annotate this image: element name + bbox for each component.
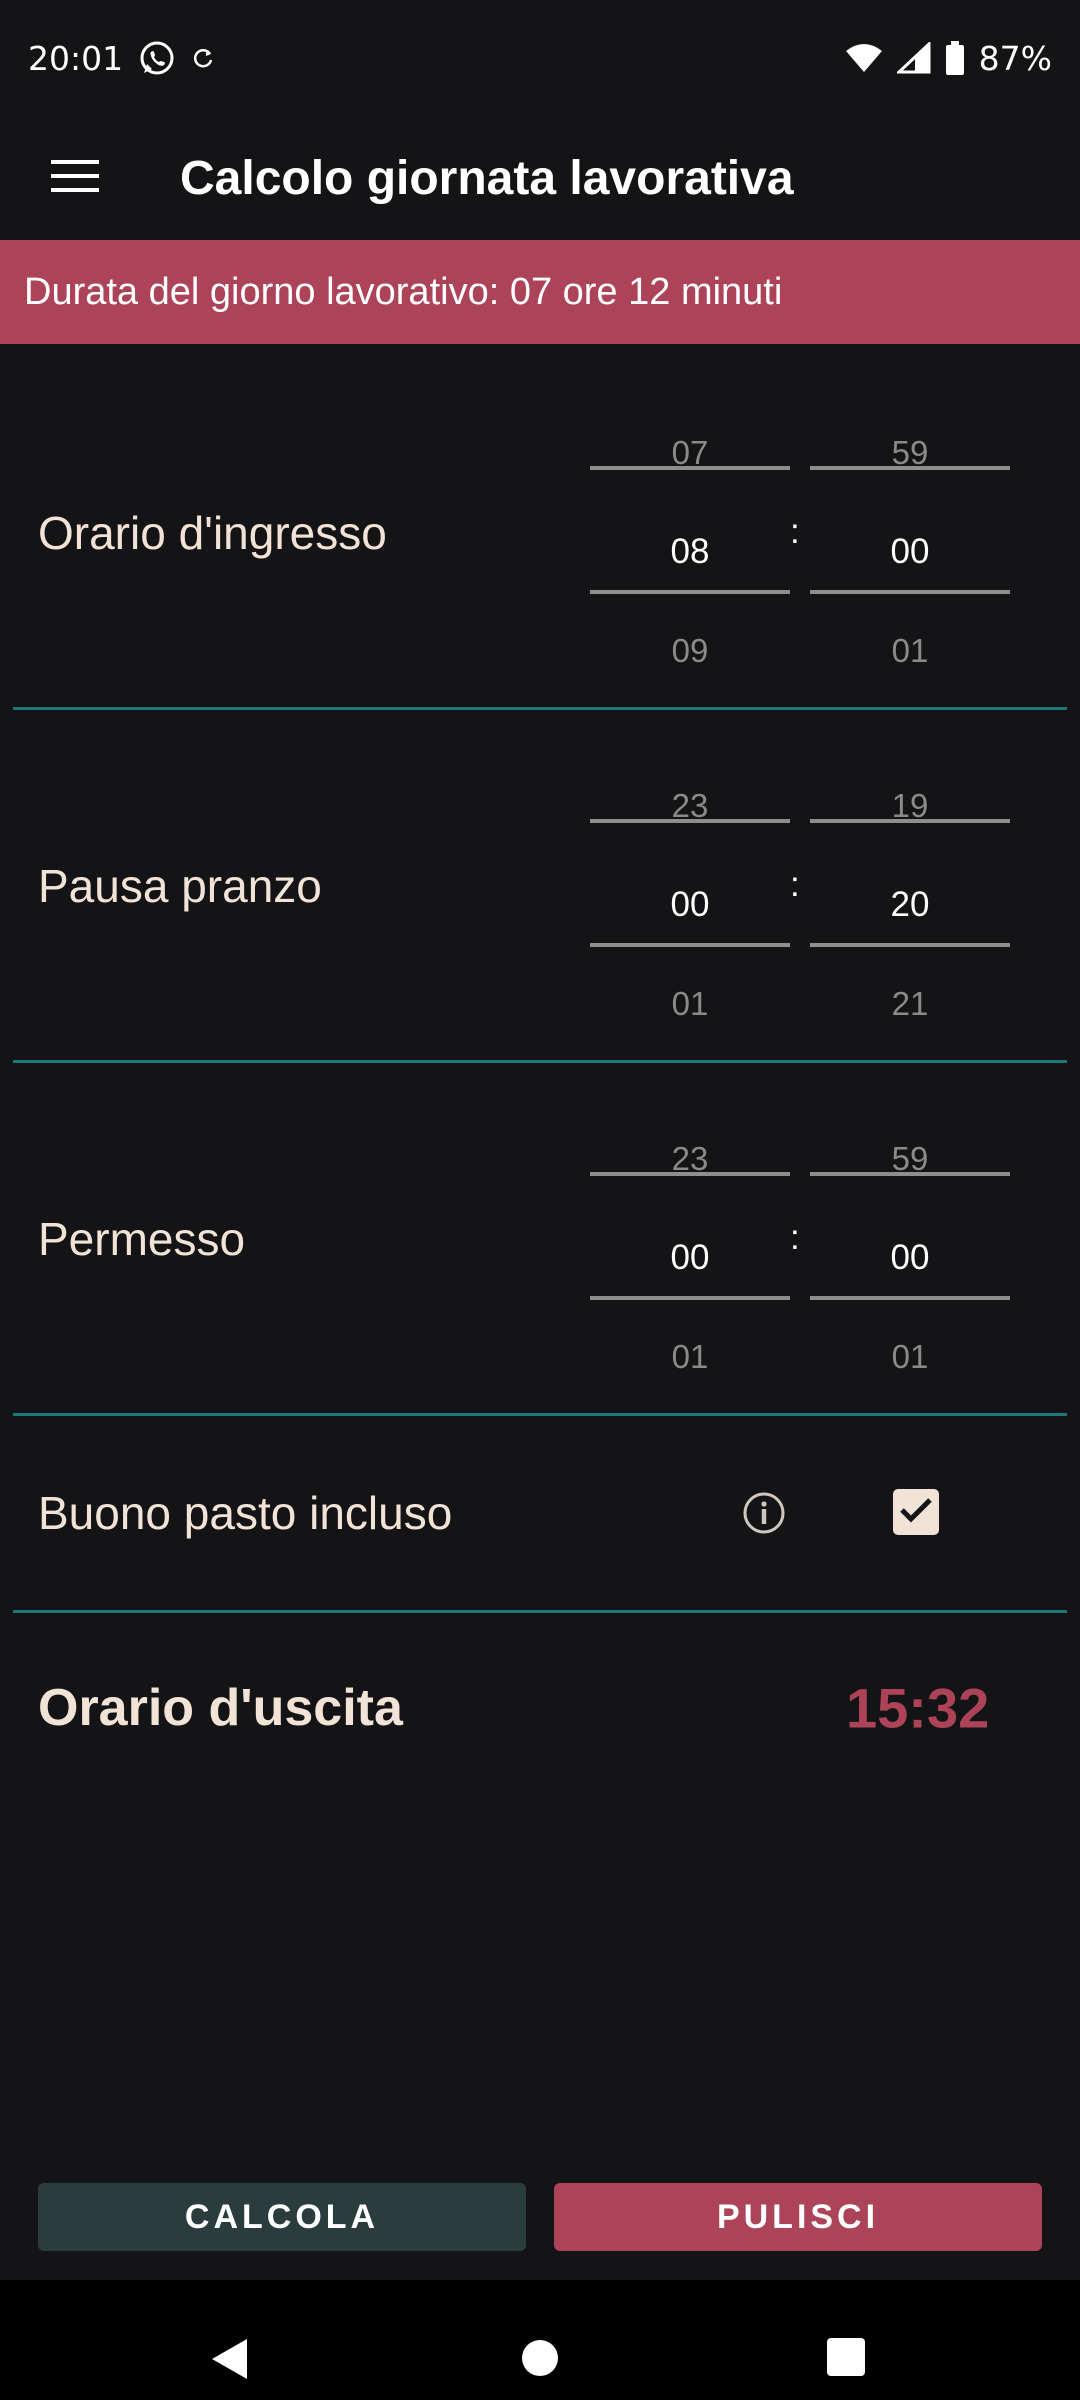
row-divider — [13, 1413, 1067, 1416]
picker-line — [810, 1296, 1010, 1300]
picker-line — [590, 590, 790, 594]
picker-line — [810, 590, 1010, 594]
exit-time-value: 15:32 — [846, 1676, 990, 1740]
picker-line — [590, 1172, 790, 1176]
info-icon[interactable] — [740, 1489, 788, 1537]
picker-next-value[interactable]: 01 — [590, 1338, 790, 1376]
exit-time-label: Orario d'uscita — [38, 1679, 403, 1737]
ingresso-label: Orario d'ingresso — [38, 507, 387, 559]
picker-next-value[interactable]: 09 — [590, 632, 790, 670]
picker-current-value[interactable]: 00 — [590, 1238, 790, 1278]
picker-line — [590, 466, 790, 470]
clear-button[interactable]: PULISCI — [554, 2183, 1042, 2251]
meal-voucher-checkbox[interactable] — [893, 1489, 939, 1535]
pausa-hour-picker[interactable]: 23 00 01 — [590, 753, 790, 1022]
whatsapp-icon — [137, 38, 177, 78]
clear-button-label: PULISCI — [716, 2197, 880, 2236]
picker-line — [810, 1172, 1010, 1176]
menu-icon — [51, 158, 99, 199]
picker-next-value[interactable]: 01 — [810, 1338, 1010, 1376]
picker-next-value[interactable]: 01 — [590, 985, 790, 1023]
sync-icon — [191, 45, 217, 71]
time-separator: : — [790, 512, 800, 551]
app-bar: Calcolo giornata lavorativa — [0, 116, 1080, 240]
picker-line — [590, 1296, 790, 1300]
back-icon[interactable] — [209, 2336, 249, 2387]
picker-line — [590, 943, 790, 947]
permesso-hour-picker[interactable]: 23 00 01 — [590, 1106, 790, 1375]
time-separator: : — [790, 1218, 800, 1257]
duration-text: Durata del giorno lavorativo: 07 ore 12 … — [24, 270, 783, 313]
picker-next-value[interactable]: 21 — [810, 985, 1010, 1023]
meal-voucher-label: Buono pasto incluso — [38, 1487, 453, 1539]
picker-line — [810, 466, 1010, 470]
calculate-button[interactable]: CALCOLA — [38, 2183, 526, 2251]
ingresso-hour-picker[interactable]: 07 08 09 — [590, 400, 790, 669]
picker-next-value[interactable]: 01 — [810, 632, 1010, 670]
status-left: 20:01 — [28, 38, 217, 78]
wifi-icon — [845, 43, 883, 73]
picker-current-value[interactable]: 00 — [810, 1238, 1010, 1278]
status-bar: 20:01 87% — [0, 0, 1080, 116]
duration-banner: Durata del giorno lavorativo: 07 ore 12 … — [0, 240, 1080, 344]
row-divider — [13, 1610, 1067, 1613]
picker-current-value[interactable]: 00 — [810, 532, 1010, 572]
ingresso-minute-picker[interactable]: 59 00 01 — [810, 400, 1010, 669]
battery-percent: 87% — [978, 38, 1052, 78]
status-time: 20:01 — [28, 38, 124, 78]
permesso-minute-picker[interactable]: 59 00 01 — [810, 1106, 1010, 1375]
row-divider — [13, 1060, 1067, 1063]
recents-icon[interactable] — [827, 2338, 865, 2376]
menu-button[interactable] — [0, 116, 150, 240]
picker-current-value[interactable]: 08 — [590, 532, 790, 572]
picker-line — [590, 819, 790, 823]
signal-icon — [896, 42, 931, 74]
picker-current-value[interactable]: 20 — [810, 885, 1010, 925]
picker-current-value[interactable]: 00 — [590, 885, 790, 925]
permesso-label: Permesso — [38, 1213, 246, 1265]
status-right: 87% — [845, 39, 1052, 78]
checkmark-icon — [898, 1495, 934, 1530]
app-title: Calcolo giornata lavorativa — [180, 151, 794, 205]
pausa-minute-picker[interactable]: 19 20 21 — [810, 753, 1010, 1022]
picker-line — [810, 819, 1010, 823]
picker-line — [810, 943, 1010, 947]
calculate-button-label: CALCOLA — [184, 2197, 380, 2236]
time-separator: : — [790, 865, 800, 904]
battery-icon — [945, 41, 965, 75]
home-icon[interactable] — [522, 2340, 558, 2376]
pausa-label: Pausa pranzo — [38, 860, 322, 912]
row-divider — [13, 707, 1067, 710]
